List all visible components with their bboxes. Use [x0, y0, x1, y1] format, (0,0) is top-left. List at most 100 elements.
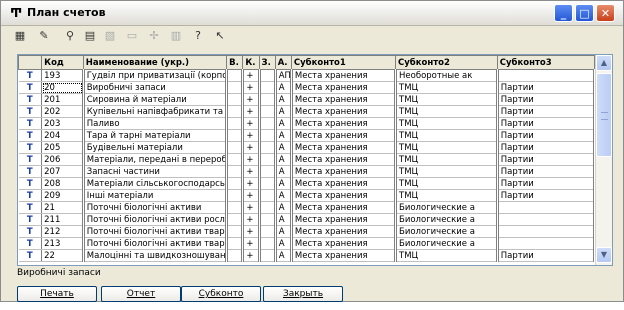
cell-subconto2: Биологические а — [395, 213, 499, 226]
copy-icon[interactable]: ▧ — [103, 29, 117, 43]
column-header-name[interactable]: Наименование (укр.) — [82, 55, 228, 70]
account-name: Інші матеріали — [83, 189, 229, 202]
cell-subconto2: Биологические а — [395, 225, 499, 238]
column-header-subconto1[interactable]: Субконто1 — [290, 55, 397, 70]
cell-subconto3: Партии — [497, 93, 597, 106]
table-row[interactable]: Т 207 Запасні частини + А Места хранения ТМЦ Па… — [18, 165, 597, 178]
table-row[interactable]: Т202Купівельні напівфабрикати та комг + АМ… — [18, 105, 597, 118]
column-header-a[interactable]: А. — [274, 55, 292, 70]
account-code: 20 — [41, 81, 85, 94]
cell-v — [226, 225, 245, 238]
cell-a: А — [275, 105, 293, 118]
close-button[interactable]: Закрыть — [263, 286, 343, 302]
cell-z — [259, 237, 277, 250]
account-code: 202 — [41, 105, 85, 118]
table-row[interactable]: Т211Поточні біологічні активи рослин., я… — [18, 213, 597, 226]
row-marker-icon: Т — [18, 213, 43, 226]
cell-subconto2: ТМЦ — [395, 93, 499, 106]
cell-z — [259, 165, 277, 178]
cell-a: А — [275, 81, 293, 94]
account-code: 208 — [41, 177, 85, 190]
cell-v — [226, 153, 245, 166]
scroll-thumb[interactable] — [596, 73, 612, 157]
cell-subconto3 — [497, 225, 597, 238]
account-code: 201 — [41, 93, 85, 106]
row-marker-icon: Т — [18, 105, 43, 118]
account-name: Матеріали сільськогосподарського — [83, 177, 229, 190]
search-icon[interactable]: ⚲ — [63, 29, 77, 43]
hierarchy-icon[interactable]: ▥ — [169, 29, 183, 43]
help-icon[interactable]: ? — [191, 29, 205, 43]
cell-subconto1: Места хранения — [291, 249, 398, 262]
move-icon[interactable]: ✢ — [147, 29, 161, 43]
print-button[interactable]: Печать — [17, 286, 97, 302]
table-row[interactable]: Т 209 Інші матеріали + А Места хранения ТМЦ Пар… — [18, 189, 597, 202]
table-row[interactable]: Т 20 Виробничі запаси + А Места хранения ТМЦ Па… — [18, 81, 597, 94]
cell-z — [259, 105, 277, 118]
column-header-v[interactable]: В. — [226, 55, 244, 70]
table-row[interactable]: Т208Матеріали сільськогосподарського + АМе… — [18, 177, 597, 190]
cell-k: + — [242, 93, 261, 106]
column-header-subconto2[interactable]: Субконто2 — [395, 55, 498, 70]
cell-a: А — [275, 237, 293, 250]
scroll-down-button[interactable]: ▼ — [596, 247, 612, 263]
table-row[interactable]: Т22Малоцінні та швидкозношувані пред + АМе… — [18, 249, 597, 262]
table-row[interactable]: Т 201 Сировина й матеріали + А Места хранения… — [18, 93, 597, 106]
table-row[interactable]: Т 206 Матеріали, передані в переробку + А Мес… — [18, 153, 597, 166]
cell-subconto1: Места хранения — [291, 201, 398, 214]
scroll-up-button[interactable]: ▲ — [596, 55, 612, 71]
subconto-button[interactable]: Субконто — [181, 286, 261, 302]
cell-subconto1: Места хранения — [291, 93, 398, 106]
column-header[interactable] — [18, 55, 43, 70]
account-code: 22 — [41, 249, 85, 262]
cell-v — [226, 213, 245, 226]
table-row[interactable]: Т 204 Тара й тарні матеріали + А Места хранен… — [18, 129, 597, 142]
cell-subconto3 — [497, 213, 597, 226]
cell-subconto2: ТМЦ — [395, 81, 499, 94]
table-icon[interactable]: ▦ — [13, 29, 27, 43]
folder-icon[interactable]: ▭ — [125, 29, 139, 43]
cell-a: А — [275, 177, 293, 190]
table-row[interactable]: Т 205 Будівельні матеріали + А Места хранения… — [18, 141, 597, 154]
vertical-scrollbar[interactable]: ▲ ▼ — [595, 55, 612, 265]
table-row[interactable]: Т 21 Поточні біологічні активи + А Места хран… — [18, 201, 597, 214]
table-row[interactable]: Т193Гудвіл при приватизації (корпорати + А… — [18, 69, 597, 82]
maximize-button[interactable]: □ — [575, 4, 594, 22]
cell-k: + — [242, 105, 261, 118]
account-code: 21 — [41, 201, 85, 214]
cell-k: + — [242, 249, 261, 262]
row-marker-icon: Т — [18, 201, 43, 214]
table-row[interactable]: Т 203 Паливо + А Места хранения ТМЦ Партии — [18, 117, 597, 130]
cell-subconto2: ТМЦ — [395, 117, 499, 130]
minimize-button[interactable]: _ — [554, 4, 573, 22]
cell-subconto1: Места хранения — [291, 165, 398, 178]
account-code: 207 — [41, 165, 85, 178]
cell-v — [226, 105, 245, 118]
table-row[interactable]: Т213Поточні біологічні активи твар., які… — [18, 237, 597, 250]
row-marker-icon: Т — [18, 165, 43, 178]
account-name: Поточні біологічні активи твар., які — [83, 237, 229, 250]
cell-subconto1: Места хранения — [291, 105, 398, 118]
close-window-button[interactable]: ✕ — [596, 4, 615, 22]
new-icon[interactable]: ▤ — [83, 29, 97, 43]
column-header-z[interactable]: З. — [258, 55, 276, 70]
account-code: 211 — [41, 213, 85, 226]
account-name: Виробничі запаси — [83, 81, 229, 94]
pointer-help-icon[interactable]: ↖ — [213, 29, 227, 43]
account-name: Матеріали, передані в переробку — [83, 153, 229, 166]
report-button[interactable]: Отчет — [101, 286, 181, 302]
cell-k: + — [242, 129, 261, 142]
table-row[interactable]: Т212Поточні біологічні активи твар., які… — [18, 225, 597, 238]
edit-icon[interactable]: ✎ — [37, 29, 51, 43]
accounts-table[interactable]: Код Наименование (укр.) В. К. З. А. Субк… — [17, 54, 613, 266]
column-header-k[interactable]: К. — [242, 55, 260, 70]
column-header-code[interactable]: Код — [41, 55, 84, 70]
cell-subconto2: Биологические а — [395, 237, 499, 250]
column-header-subconto3[interactable]: Субконто3 — [496, 55, 596, 70]
cell-v — [226, 129, 245, 142]
cell-subconto3: Партии — [497, 105, 597, 118]
account-name: Поточні біологічні активи твар., які — [83, 225, 229, 238]
cell-subconto2: ТМЦ — [395, 141, 499, 154]
cell-subconto3: Партии — [497, 117, 597, 130]
title-bar[interactable]: Ͳ План счетов _ □ ✕ — [1, 1, 623, 26]
